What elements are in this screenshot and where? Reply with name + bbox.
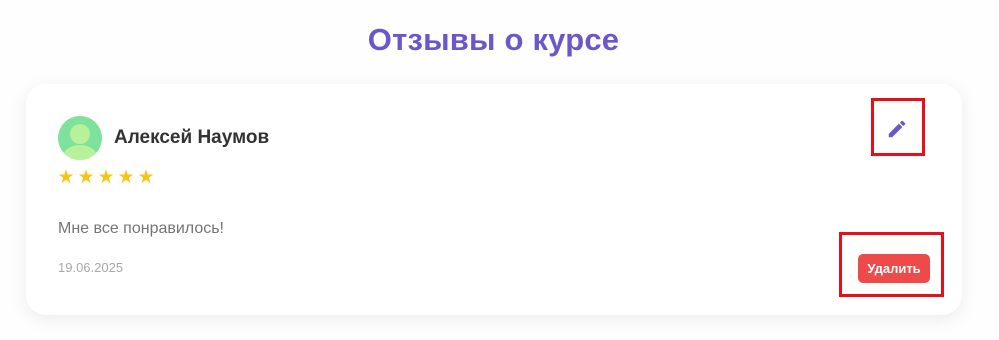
avatar-body <box>63 145 97 160</box>
review-author-name: Алексей Наумов <box>114 127 270 148</box>
star-icon: ★ <box>57 166 75 188</box>
star-icon: ★ <box>137 166 155 188</box>
review-date: 19.06.2025 <box>58 260 124 275</box>
review-card: Алексей Наумов ★ ★ ★ ★ ★ Мне все понрави… <box>26 84 962 315</box>
edit-review-button[interactable] <box>883 115 911 143</box>
star-icon: ★ <box>117 166 135 188</box>
delete-review-button[interactable]: Удалить <box>858 254 930 283</box>
review-text: Мне все понравилось! <box>58 220 224 237</box>
user-avatar-icon <box>58 116 102 160</box>
avatar-head <box>70 124 90 144</box>
star-icon: ★ <box>77 166 95 188</box>
star-rating: ★ ★ ★ ★ ★ <box>57 165 155 189</box>
page-title: Отзывы о курсе <box>367 22 620 57</box>
pencil-icon <box>888 120 906 138</box>
star-icon: ★ <box>97 166 115 188</box>
